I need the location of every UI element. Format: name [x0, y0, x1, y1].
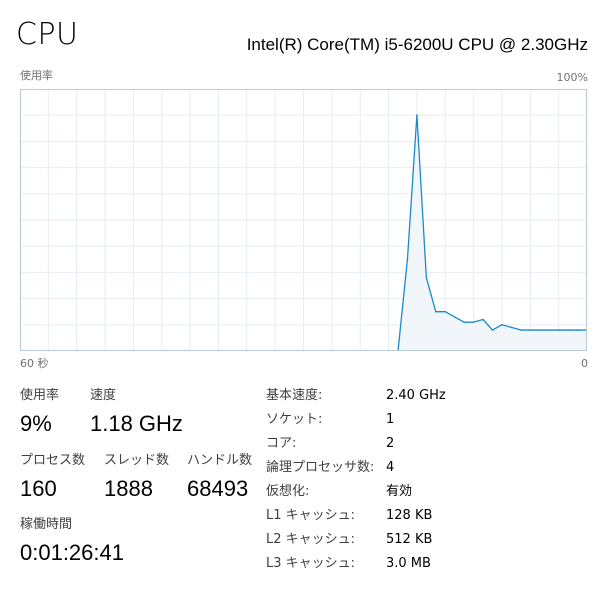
uptime-label: 稼働時間	[20, 517, 73, 532]
cpu-usage-sample-point	[538, 329, 541, 331]
speed-value: 1.18 GHz	[90, 411, 183, 436]
cpu-usage-sample-point	[435, 310, 437, 313]
processes-label: プロセス数	[20, 453, 86, 468]
cpu-usage-sample-point	[520, 329, 522, 331]
info-value-cores: 2	[386, 436, 395, 451]
graph-zero-label: 0	[581, 357, 588, 370]
info-key-virtualization: 仮想化:	[266, 484, 310, 499]
cpu-usage-sample-point	[425, 276, 428, 279]
cpu-usage-sample-point	[567, 329, 569, 331]
cpu-usage-sample-point	[510, 326, 513, 329]
graph-time-span-label: 60 秒	[20, 357, 49, 370]
cpu-usage-sample-point	[444, 310, 447, 313]
cpu-usage-sample-point	[463, 321, 465, 323]
uptime-value: 0:01:26:41	[20, 540, 124, 565]
cpu-usage-sample-point	[482, 318, 484, 321]
info-key-base-speed: 基本速度:	[266, 388, 323, 403]
info-value-virtualization: 有効	[386, 484, 413, 499]
info-value-l3-cache: 3.0 MB	[386, 556, 431, 571]
cpu-usage-sample-point	[529, 329, 532, 331]
graph-usage-label: 使用率	[20, 69, 53, 82]
info-key-l3-cache: L3 キャッシュ:	[266, 556, 356, 571]
cpu-usage-sample-point	[406, 258, 409, 261]
cpu-usage-graph	[20, 89, 587, 351]
info-value-logical-processors: 4	[386, 460, 395, 475]
cpu-usage-graph-svg	[20, 89, 587, 351]
cpu-model-name: Intel(R) Core(TM) i5-6200U CPU @ 2.30GHz	[246, 35, 588, 54]
cpu-usage-sample-point	[576, 329, 579, 331]
cpu-performance-panel: CPU Intel(R) Core(TM) i5-6200U CPU @ 2.3…	[0, 0, 615, 600]
page-title: CPU	[16, 17, 79, 52]
info-value-l1-cache: 128 KB	[386, 508, 433, 523]
info-key-sockets: ソケット:	[266, 412, 323, 427]
processes-value: 160	[20, 476, 57, 501]
usage-label: 使用率	[20, 388, 60, 403]
handles-label: ハンドル数	[187, 453, 253, 468]
usage-value: 9%	[20, 411, 52, 436]
info-key-logical-processors: 論理プロセッサ数:	[266, 460, 375, 475]
info-key-l2-cache: L2 キャッシュ:	[266, 532, 356, 547]
cpu-usage-sample-point	[416, 114, 418, 116]
cpu-usage-sample-point	[491, 329, 494, 331]
cpu-usage-sample-point	[548, 329, 550, 331]
cpu-usage-sample-point	[557, 329, 560, 331]
info-value-base-speed: 2.40 GHz	[386, 388, 446, 403]
info-value-l2-cache: 512 KB	[386, 532, 433, 547]
cpu-usage-sample-point	[453, 316, 456, 318]
cpu-usage-sample-point	[472, 321, 475, 323]
threads-value: 1888	[104, 476, 153, 501]
graph-max-label: 100%	[556, 71, 588, 84]
handles-value: 68493	[187, 476, 249, 501]
info-key-l1-cache: L1 キャッシュ:	[266, 508, 356, 523]
cpu-usage-sample-point	[501, 324, 503, 326]
info-key-cores: コア:	[266, 436, 297, 451]
speed-label: 速度	[90, 388, 117, 403]
info-value-sockets: 1	[386, 412, 395, 427]
threads-label: スレッド数	[104, 453, 170, 468]
